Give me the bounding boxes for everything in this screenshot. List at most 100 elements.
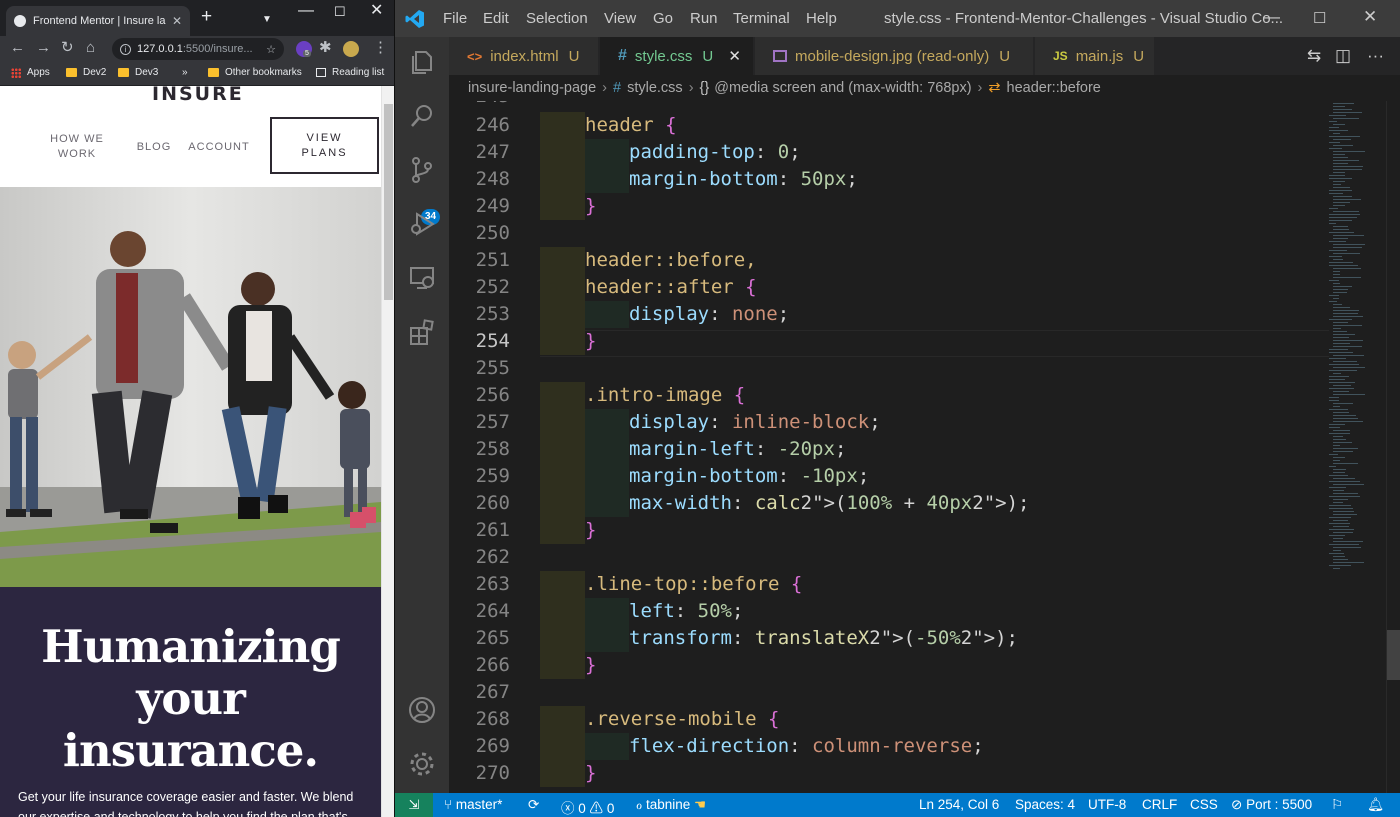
maximize-icon[interactable]: ☐ [1313,9,1326,27]
tab-search-icon[interactable]: ▼ [262,12,272,28]
nav-account[interactable]: ACCOUNT [186,140,252,155]
reload-icon[interactable]: ↻ [61,40,74,55]
tab-mobile-design-jpg[interactable]: img mobile-design.jpg (read-only) U [755,37,1034,75]
breadcrumb-media[interactable]: @media screen and (max-width: 768px) [714,80,971,96]
nav-blog[interactable]: BLOG [132,140,176,155]
problems-indicator[interactable]: ⓧ 0 ⚠ 0 [561,797,614,817]
bookmarks-overflow-button[interactable]: » [182,67,188,78]
indentation[interactable]: Spaces: 4 [1015,797,1075,812]
code-line[interactable]: 248 margin-bottom: 50px; [449,166,1329,193]
code-line[interactable]: 264 left: 50%; [449,598,1329,625]
code-line[interactable]: 262 [449,544,1329,571]
code-line[interactable]: 270} [449,760,1329,787]
code-line[interactable]: 258 margin-left: -20px; [449,436,1329,463]
code-line[interactable]: 265 transform: translateX2">(-50%2">); [449,625,1329,652]
maximize-icon[interactable]: ☐ [334,4,346,20]
remote-indicator-icon[interactable]: ⇲ [395,793,433,817]
editor-scrollbar[interactable] [1386,101,1400,793]
sync-icon[interactable]: ⟳ [528,797,539,813]
git-branch[interactable]: ⑂ master* [444,797,502,812]
site-logo[interactable]: INSURE [152,86,244,105]
code-line[interactable]: 252 header::after { [449,274,1329,301]
feedback-icon[interactable]: ⚐ [1331,797,1343,813]
menu-terminal[interactable]: Terminal [733,10,790,27]
split-editor-icon[interactable]: ◫ [1335,46,1351,66]
menu-edit[interactable]: Edit [483,10,509,27]
chrome-menu-icon[interactable]: ⋮ [373,40,388,55]
page-scrollbar[interactable] [381,86,394,817]
back-icon[interactable]: ← [10,40,25,55]
code-line[interactable]: 266} [449,652,1329,679]
editor-scrollbar-thumb[interactable] [1387,630,1400,680]
code-line[interactable]: 247 padding-top: 0; [449,139,1329,166]
menu-file[interactable]: File [443,10,467,27]
file-encoding[interactable]: UTF-8 [1088,797,1126,812]
page-scrollbar-thumb[interactable] [384,104,393,300]
code-line[interactable]: 261} [449,517,1329,544]
code-editor[interactable]: 245 246 header {247 padding-top: 0; 248 marg… [449,101,1329,793]
accounts-icon[interactable] [408,696,436,724]
code-line[interactable]: 251 header::before, [449,247,1329,274]
address-bar[interactable]: i 127.0.0.1:5500/insure... ☆ [112,38,284,60]
close-window-icon[interactable]: ✕ [1363,7,1377,27]
browser-tab[interactable]: Frontend Mentor | Insure landi ✕ [6,6,190,36]
line-endings[interactable]: CRLF [1142,797,1177,812]
close-tab-icon[interactable]: ✕ [172,14,182,28]
run-debug-icon[interactable] [408,210,436,238]
settings-gear-icon[interactable] [408,750,436,778]
minimap[interactable] [1329,101,1386,793]
bookmark-dev3[interactable]: Dev3 [118,67,158,78]
source-control-icon[interactable] [408,156,436,184]
tab-style-css[interactable]: # style.css U ✕ [600,37,754,75]
view-plans-button[interactable]: VIEW PLANS [270,117,379,174]
code-line[interactable]: 269 flex-direction: column-reverse; [449,733,1329,760]
code-line[interactable]: 267 [449,679,1329,706]
tab-index-html[interactable]: <> index.html U [449,37,599,75]
minimize-icon[interactable]: — [298,3,314,19]
code-line[interactable]: 263 .line-top::before { [449,571,1329,598]
menu-run[interactable]: Run [690,10,718,27]
new-tab-button[interactable]: + [201,7,212,26]
code-line[interactable]: 259 margin-bottom: -10px; [449,463,1329,490]
menu-go[interactable]: Go [653,10,673,27]
home-icon[interactable]: ⌂ [86,40,95,55]
code-line[interactable]: 255 [449,355,1329,382]
code-line[interactable]: 256 .intro-image { [449,382,1329,409]
more-actions-icon[interactable]: ··· [1367,46,1384,66]
tabnine-status[interactable]: ℴ tabnine ☚ [636,797,706,813]
extensions-icon[interactable] [408,318,436,346]
menu-view[interactable]: View [604,10,636,27]
forward-icon[interactable]: → [36,40,51,55]
breadcrumb-file[interactable]: style.css [627,80,683,96]
live-server-status[interactable]: ⊘ Port : 5500 [1231,797,1312,813]
close-window-icon[interactable]: ✕ [370,3,383,19]
code-line[interactable]: 257 display: inline-block; [449,409,1329,436]
code-line[interactable]: 260 max-width: calc2">(100% + 40px2">); [449,490,1329,517]
search-icon[interactable] [408,102,436,130]
code-line[interactable]: 250 [449,220,1329,247]
extensions-puzzle-icon[interactable]: ✱ [319,40,332,55]
code-line[interactable]: 246 header { [449,112,1329,139]
code-line[interactable]: 254} [449,328,1329,355]
code-line[interactable]: 253 display: none; [449,301,1329,328]
code-line[interactable]: 249} [449,193,1329,220]
menu-selection[interactable]: Selection [526,10,588,27]
bookmark-other[interactable]: Other bookmarks [208,67,302,78]
profile-avatar[interactable] [343,41,359,57]
close-tab-icon[interactable]: ✕ [728,47,741,65]
language-mode[interactable]: CSS [1190,797,1218,812]
minimize-icon[interactable]: — [1263,7,1280,27]
bookmark-dev2[interactable]: Dev2 [66,67,106,78]
open-changes-icon[interactable]: ⇆ [1307,46,1321,66]
nav-how-we-work[interactable]: HOW WE WORK [44,132,110,162]
explorer-icon[interactable] [408,48,436,76]
code-line[interactable]: 268 .reverse-mobile { [449,706,1329,733]
site-info-icon[interactable]: i [120,43,131,55]
bookmark-apps[interactable]: Apps [11,67,50,78]
reading-list[interactable]: Reading list [316,67,384,78]
breadcrumb-selector[interactable]: header::before [1007,80,1101,96]
bookmark-star-icon[interactable]: ☆ [266,43,276,56]
menu-help[interactable]: Help [806,10,837,27]
breadcrumb-folder[interactable]: insure-landing-page [468,80,596,96]
notifications-bell-icon[interactable]: 🔔︎ [1367,797,1384,813]
